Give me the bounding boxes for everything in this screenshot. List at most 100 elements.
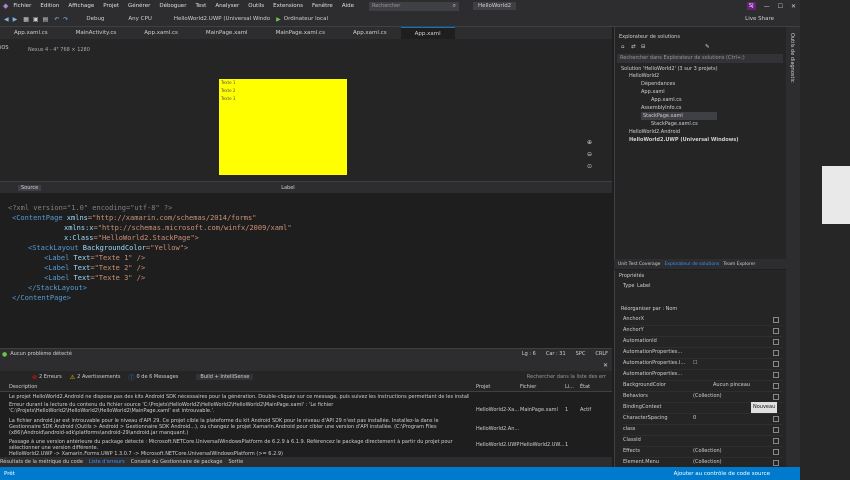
menu-edit[interactable]: Edition	[40, 3, 59, 9]
doc-tab[interactable]: MainPage.xaml	[192, 27, 262, 39]
zoom-out-icon[interactable]: ⊖	[587, 151, 592, 158]
property-marker-icon[interactable]	[773, 394, 779, 400]
col-state[interactable]: État	[580, 384, 590, 390]
sort-dropdown[interactable]: Réorganiser par : Nom	[621, 306, 677, 312]
property-marker-icon[interactable]	[773, 350, 779, 356]
error-row[interactable]: La fichier android.jar est introuvable p…	[0, 418, 600, 439]
col-description[interactable]: Description	[9, 384, 37, 390]
back-icon[interactable]: ◀	[4, 16, 9, 23]
menu-file[interactable]: Fichier	[13, 3, 31, 9]
run-target-button[interactable]: Ordinateur local	[284, 16, 328, 22]
doc-tab[interactable]: MainActivity.cs	[62, 27, 131, 39]
error-search[interactable]: Rechercher dans la liste des err	[527, 374, 606, 380]
startup-project-dropdown[interactable]: HelloWorld2.UWP (Universal Windo	[174, 16, 270, 22]
maximize-icon[interactable]: ☐	[778, 3, 783, 10]
property-marker-icon[interactable]	[773, 361, 779, 367]
tree-item[interactable]: Dépendances	[641, 80, 675, 88]
property-value[interactable]: Aucun pinceau	[713, 380, 750, 391]
collapse-icon[interactable]: ⊟	[641, 44, 646, 50]
undo-icon[interactable]: ↶	[54, 16, 59, 23]
menu-test[interactable]: Test	[195, 3, 206, 9]
error-row[interactable]: Erreur durant la lecture du contenu du f…	[0, 402, 600, 418]
source-tab[interactable]: Source	[18, 184, 42, 191]
menu-debug[interactable]: Déboguer	[159, 3, 186, 9]
col-project[interactable]: Projet	[476, 384, 490, 390]
menu-extensions[interactable]: Extensions	[273, 3, 303, 9]
warnings-filter[interactable]: 2 Avertissements	[77, 374, 120, 380]
save-icon[interactable]: ▣	[33, 16, 39, 23]
tab-unit-test-coverage[interactable]: Unit Test Coverage	[618, 262, 660, 267]
errors-filter[interactable]: 2 Erreurs	[39, 374, 62, 380]
menu-window[interactable]: Fenêtre	[312, 3, 333, 9]
error-row[interactable]: Le projet HelloWorld2.Android ne dispose…	[0, 394, 600, 402]
property-marker-icon[interactable]	[773, 449, 779, 455]
tree-item[interactable]: StackPage.xaml.cs	[651, 120, 698, 128]
element-dropdown[interactable]: Label	[281, 185, 295, 191]
property-value[interactable]: (Collection)	[693, 391, 722, 402]
col-line[interactable]: Li...	[565, 384, 574, 390]
tab-output[interactable]: Sortie	[228, 459, 243, 465]
property-checkbox[interactable]: ☐	[693, 358, 697, 369]
property-marker-icon[interactable]	[773, 383, 779, 389]
property-marker-icon[interactable]	[773, 328, 779, 334]
search-box[interactable]: Rechercher ⌕	[368, 1, 459, 11]
menu-help[interactable]: Aide	[342, 3, 354, 9]
menu-tools[interactable]: Outils	[248, 3, 264, 9]
solution-search-input[interactable]: Rechercher dans Explorateur de solutions…	[617, 54, 783, 63]
property-marker-icon[interactable]	[773, 427, 779, 433]
menu-project[interactable]: Projet	[103, 3, 119, 9]
close-icon[interactable]: ✕	[603, 362, 608, 369]
config-dropdown[interactable]: Debug	[86, 16, 104, 22]
tree-item-selected[interactable]: StackPage.xaml	[641, 112, 717, 120]
property-value[interactable]: 0	[693, 413, 696, 424]
device-label[interactable]: Nexus 4 - 4" 768 × 1280	[28, 47, 90, 53]
property-marker-icon[interactable]	[773, 416, 779, 422]
sync-icon[interactable]: ⇄	[631, 44, 636, 50]
platform-dropdown[interactable]: Any CPU	[128, 16, 151, 22]
run-icon[interactable]: ▶	[276, 16, 281, 23]
property-marker-icon[interactable]	[773, 460, 779, 466]
doc-tab[interactable]: App.xaml.cs	[130, 27, 192, 39]
diagnostic-tools-strip[interactable]: Outils de diagnostic	[786, 27, 800, 467]
property-marker-icon[interactable]	[773, 317, 779, 323]
tab-error-list[interactable]: Liste d'erreurs	[89, 459, 125, 465]
doc-tab[interactable]: MainPage.xaml.cs	[262, 27, 339, 39]
tab-package-console[interactable]: Console du Gestionnaire de package	[131, 459, 223, 465]
tab-team-explorer[interactable]: Team Explorer	[723, 262, 755, 267]
tab-solution-explorer[interactable]: Explorateur de solutions	[664, 262, 719, 267]
error-row[interactable]: Passage à une version antérieure du pack…	[0, 439, 600, 451]
build-dropdown[interactable]: Build + IntelliSense	[196, 374, 254, 380]
col-file[interactable]: Fichier	[520, 384, 536, 390]
property-marker-icon[interactable]	[773, 339, 779, 345]
doc-tab-active[interactable]: App.xaml	[400, 26, 455, 40]
property-marker-icon[interactable]	[773, 438, 779, 444]
menu-build[interactable]: Générer	[128, 3, 150, 9]
code-editor[interactable]: <?xml version="1.0" encoding="utf-8" ?> …	[0, 193, 600, 348]
menu-view[interactable]: Affichage	[68, 3, 94, 9]
user-avatar[interactable]: SJ	[746, 2, 756, 10]
vs-logo-icon[interactable]: ◆	[3, 2, 8, 10]
property-value[interactable]: (Collection)	[693, 457, 722, 468]
new-binding-button[interactable]: Nouveau	[751, 402, 778, 413]
property-marker-icon[interactable]	[773, 372, 779, 378]
tab-code-metrics[interactable]: Résultats de la métrique du code	[0, 459, 83, 465]
live-share-button[interactable]: Live Share	[745, 16, 774, 22]
property-value[interactable]: (Collection)	[693, 446, 722, 457]
messages-filter[interactable]: 0 de 6 Messages	[137, 374, 179, 380]
tree-item[interactable]: AssemblyInfo.cs	[641, 104, 681, 112]
tree-item[interactable]: App.xaml.cs	[651, 96, 682, 104]
tree-item[interactable]: App.xaml	[641, 88, 665, 96]
redo-icon[interactable]: ↷	[63, 16, 68, 23]
forward-icon[interactable]: ▶	[13, 16, 18, 23]
home-icon[interactable]: ⌂	[621, 44, 625, 50]
minimize-icon[interactable]: —	[764, 3, 770, 10]
menu-analyze[interactable]: Analyser	[215, 3, 239, 9]
doc-tab[interactable]: App.xaml.cs	[0, 27, 62, 39]
new-item-icon[interactable]: ▦	[23, 16, 29, 23]
doc-tab[interactable]: App.xaml.cs	[339, 27, 401, 39]
settings-icon[interactable]: ✎	[705, 44, 710, 50]
save-all-icon[interactable]: ▤	[43, 16, 49, 23]
tree-project[interactable]: HelloWorld2	[629, 72, 659, 80]
tree-project-startup[interactable]: HelloWorld2.UWP (Universal Windows)	[629, 136, 739, 144]
close-icon[interactable]: ✕	[791, 3, 796, 10]
